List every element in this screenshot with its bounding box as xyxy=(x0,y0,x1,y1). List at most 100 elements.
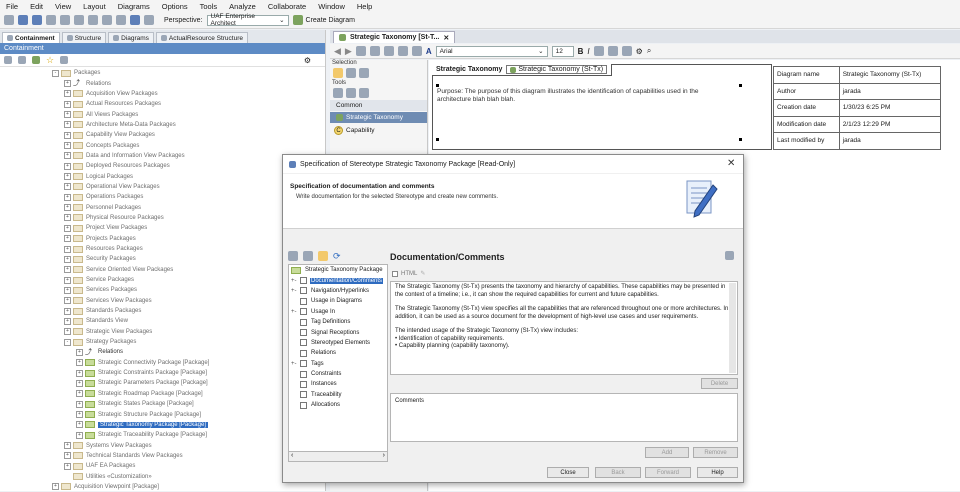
close-icon[interactable]: ✕ xyxy=(443,34,449,42)
expand-toggle-icon[interactable]: + xyxy=(52,483,59,491)
layout-icon[interactable] xyxy=(593,46,604,56)
collapse-toggle-icon[interactable]: - xyxy=(52,69,59,77)
dialog-tree-item[interactable]: Traceability xyxy=(289,390,387,400)
tree-view-icon[interactable] xyxy=(303,251,313,261)
expand-toggle-icon[interactable]: + xyxy=(64,80,71,88)
menu-tools[interactable]: Tools xyxy=(200,2,218,11)
tree-item[interactable]: + Acquisition View Packages xyxy=(0,89,326,99)
pointer-icon[interactable] xyxy=(333,68,343,78)
expand-toggle-icon[interactable]: + xyxy=(64,307,71,315)
dialog-tree-item[interactable]: Relations xyxy=(289,348,387,358)
tree-item[interactable]: + All Views Packages xyxy=(0,109,326,119)
line-tool-icon[interactable] xyxy=(346,88,356,98)
palette-group-strategic-taxonomy[interactable]: Strategic Taxonomy xyxy=(330,112,427,123)
tree-item[interactable]: + ⤴ Relations xyxy=(0,347,326,357)
tree-item[interactable]: + Strategic View Packages xyxy=(0,327,326,337)
tab-containment[interactable]: Containment xyxy=(2,32,60,43)
menu-window[interactable]: Window xyxy=(318,2,345,11)
collapse-toggle-icon[interactable]: - xyxy=(64,338,71,346)
add-button[interactable]: Add xyxy=(645,447,689,458)
tree-item[interactable]: + Technical Standards View Packages xyxy=(0,451,326,461)
expand-toggle-icon[interactable]: + xyxy=(76,359,83,367)
menu-layout[interactable]: Layout xyxy=(83,2,106,11)
tab-diagrams[interactable]: Diagrams xyxy=(108,32,154,43)
expand-toggle-icon[interactable]: + xyxy=(64,286,71,294)
expand-toggle-icon[interactable]: + xyxy=(64,142,71,150)
italic-icon[interactable]: I xyxy=(587,47,589,56)
package-icon[interactable] xyxy=(32,56,40,64)
documentation-text[interactable]: The Strategic Taxonomy (St-Tx) presents … xyxy=(390,281,738,375)
open-icon[interactable] xyxy=(18,15,28,25)
tree-item[interactable]: + Acquisition Viewpoint [Package] xyxy=(0,482,326,492)
undo-icon[interactable] xyxy=(88,15,98,25)
close-icon[interactable]: ✕ xyxy=(727,158,735,169)
expand-toggle-icon[interactable]: + xyxy=(76,421,83,429)
filter-icon[interactable] xyxy=(318,251,328,261)
dialog-tree-item[interactable]: Signal Receptions xyxy=(289,327,387,337)
tree-item[interactable]: + Data and Information View Packages xyxy=(0,151,326,161)
expand-toggle-icon[interactable]: + xyxy=(64,442,71,450)
expand-toggle-icon[interactable]: + xyxy=(64,131,71,139)
tree-item[interactable]: + Operations Packages xyxy=(0,192,326,202)
back-icon[interactable]: ◀ xyxy=(334,46,341,57)
tab-structure[interactable]: Structure xyxy=(61,32,107,43)
tree-item[interactable]: - Strategy Packages xyxy=(0,337,326,347)
dialog-tree-item[interactable]: Instances xyxy=(289,379,387,389)
create-diagram-button[interactable]: Create Diagram xyxy=(292,15,355,25)
collapse-icon[interactable] xyxy=(4,56,12,64)
dialog-tree-item[interactable]: +- Navigation/Hyperlinks xyxy=(289,286,387,296)
expand-toggle-icon[interactable]: + xyxy=(76,400,83,408)
expand-toggle-icon[interactable]: + xyxy=(64,452,71,460)
expand-toggle-icon[interactable]: + xyxy=(64,214,71,222)
expand-toggle-icon[interactable]: + xyxy=(64,121,71,129)
selection-handle[interactable] xyxy=(436,84,439,87)
help-button[interactable]: Help xyxy=(697,467,738,478)
grid-icon[interactable] xyxy=(383,46,394,56)
text-tool-icon[interactable] xyxy=(333,88,343,98)
palette-group-common[interactable]: Common xyxy=(330,100,427,111)
expand-toggle-icon[interactable]: +- xyxy=(291,288,300,294)
html-checkbox[interactable] xyxy=(392,270,398,277)
dialog-tree-item[interactable]: Allocations xyxy=(289,400,387,410)
expand-toggle-icon[interactable]: + xyxy=(64,235,71,243)
new-icon[interactable] xyxy=(4,15,14,25)
expand-toggle-icon[interactable]: + xyxy=(76,390,83,398)
expand-toggle-icon[interactable]: +- xyxy=(291,309,300,315)
diagram-frame[interactable] xyxy=(432,64,772,150)
remove-button[interactable]: Remove xyxy=(693,447,738,458)
tree-item[interactable]: + Logical Packages xyxy=(0,171,326,181)
comments-table[interactable]: Comments xyxy=(390,393,738,442)
palette-item-capability[interactable]: C Capability xyxy=(330,124,427,136)
expand-toggle-icon[interactable]: + xyxy=(76,431,83,439)
bold-icon[interactable]: B xyxy=(578,47,584,56)
purpose-note[interactable]: Purpose: The purpose of this diagram ill… xyxy=(437,88,727,104)
menu-view[interactable]: View xyxy=(55,2,71,11)
refresh-icon[interactable]: ⟳ xyxy=(333,251,341,262)
delete-button[interactable]: Delete xyxy=(701,378,738,389)
star-icon[interactable]: ☆ xyxy=(46,55,54,66)
menu-analyze[interactable]: Analyze xyxy=(229,2,256,11)
expand-toggle-icon[interactable]: + xyxy=(64,183,71,191)
doc-scrollbar[interactable] xyxy=(729,283,736,373)
align-icon[interactable] xyxy=(369,46,380,56)
font-color-icon[interactable]: A xyxy=(426,47,432,56)
tree-item[interactable]: + Strategic Roadmap Package [Package] xyxy=(0,389,326,399)
tree-item[interactable]: + Standards View xyxy=(0,316,326,326)
tree-item[interactable]: + Actual Resources Packages xyxy=(0,99,326,109)
tree-item[interactable]: + Strategic Constraints Package [Package] xyxy=(0,368,326,378)
tree-item[interactable]: + Services Packages xyxy=(0,285,326,295)
selection-handle[interactable] xyxy=(436,138,439,141)
tree-item[interactable]: + Services View Packages xyxy=(0,296,326,306)
tab-actualresource-structure[interactable]: ActualResource Structure xyxy=(155,32,248,43)
gear-icon[interactable]: ⚙ xyxy=(636,47,643,56)
forward-button[interactable]: Forward xyxy=(645,467,691,478)
tree-item[interactable]: + Standards Packages xyxy=(0,306,326,316)
expand-toggle-icon[interactable]: +- xyxy=(291,278,300,284)
tree-item[interactable]: + Strategic Parameters Package [Package] xyxy=(0,378,326,388)
tree-item[interactable]: + Projects Packages xyxy=(0,234,326,244)
menu-diagrams[interactable]: Diagrams xyxy=(118,2,150,11)
tree-item[interactable]: + Capability View Packages xyxy=(0,130,326,140)
expand-toggle-icon[interactable]: + xyxy=(64,297,71,305)
font-select[interactable]: Arial ⌄ xyxy=(435,45,548,57)
dialog-tree-item[interactable]: Stereotyped Elements xyxy=(289,338,387,348)
